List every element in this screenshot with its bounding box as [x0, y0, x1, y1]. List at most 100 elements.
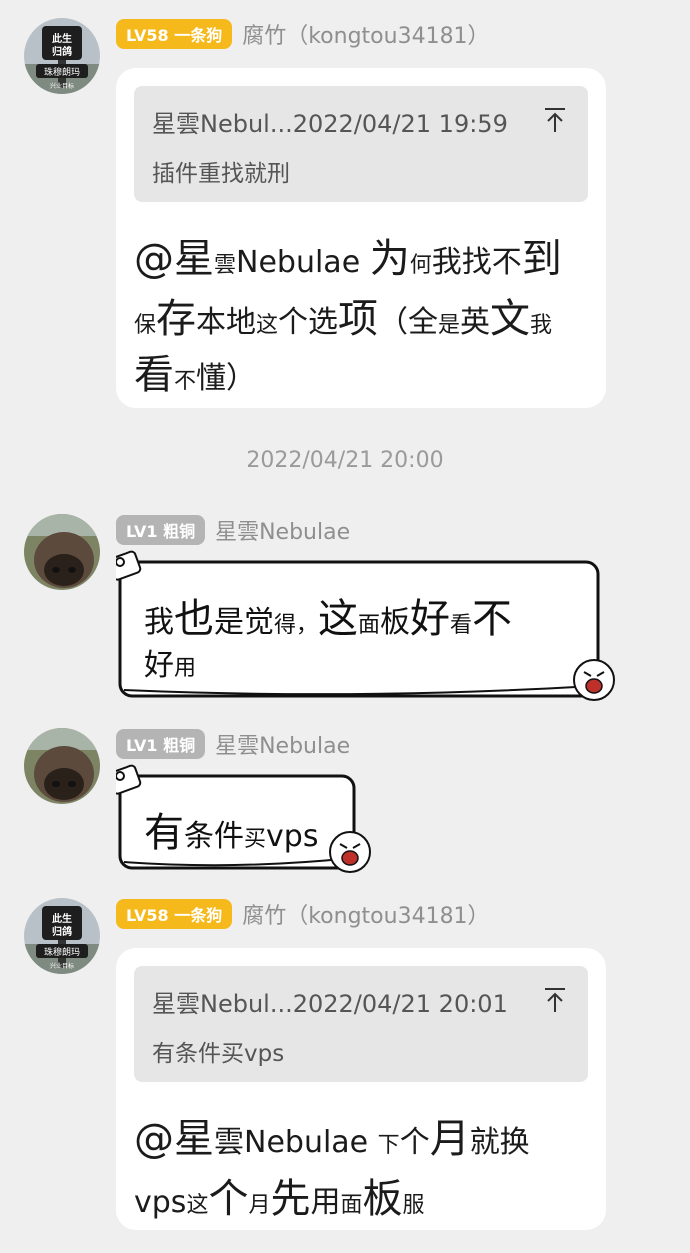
avatar[interactable]: 此生 归鸽 珠穆朗玛 兴业目标 — [24, 18, 100, 94]
quote-header: 星雲Nebul...2022/04/21 20:01 — [152, 990, 508, 1018]
username[interactable]: 腐竹（kongtou34181） — [242, 898, 489, 930]
text-run: 好 — [410, 596, 451, 642]
text-run: 是觉 — [214, 605, 274, 640]
text-run: 保 — [134, 313, 157, 338]
level-badge: LV1 粗铜 — [116, 729, 206, 759]
text-run: 本地 — [196, 305, 257, 340]
text-run: 好 — [144, 648, 174, 683]
text-run: 我 — [530, 313, 553, 338]
avatar-banner: 珠穆朗玛 — [44, 946, 80, 958]
text-run: 何 — [409, 253, 432, 278]
text-run: 面 — [358, 613, 381, 638]
text-run: 到 — [521, 236, 562, 282]
message-bubble[interactable]: 星雲Nebul...2022/04/21 20:01 有条件买vps @星雲Ne… — [116, 948, 606, 1230]
username[interactable]: 星雲Nebulae — [215, 514, 350, 546]
text-run: 面 — [340, 1193, 363, 1218]
level-badge: LV58 一条狗 — [116, 19, 233, 49]
message-line-1: 我也是觉得，这面板好看不 — [144, 586, 512, 644]
text-run: 这 — [318, 596, 359, 642]
message-line-1: @星雲Nebulae 下个月就换 — [134, 1106, 530, 1164]
text-run: 用 — [174, 656, 197, 681]
text-run: 先 — [270, 1176, 311, 1222]
text-run: 这 — [186, 1193, 209, 1218]
avatar[interactable] — [24, 728, 100, 804]
text-run: 看 — [450, 613, 473, 638]
text-run: 为 — [369, 236, 410, 282]
level-badge: LV1 粗铜 — [116, 515, 206, 545]
message-line-1: @星雲Nebulae 为何我找不到 — [134, 226, 562, 284]
text-run: 存 — [156, 296, 197, 342]
text-run: 我 — [144, 605, 174, 640]
avatar-footer: 兴业目标 — [50, 82, 74, 90]
avatar[interactable]: 此生 归鸽 珠穆朗玛 兴业目标 — [24, 898, 100, 974]
username[interactable]: 腐竹（kongtou34181） — [242, 18, 489, 50]
jump-to-top-icon[interactable] — [542, 986, 568, 1014]
text-run: 服 — [402, 1193, 425, 1218]
message-meta: LV1 粗铜 星雲Nebulae — [116, 728, 350, 760]
text-run: 是 — [438, 313, 461, 338]
text-run: 我找不 — [431, 245, 522, 280]
text-run: 买 — [244, 827, 267, 852]
text-run: 也 — [174, 596, 214, 642]
text-run: 板 — [380, 605, 411, 640]
text-run: Nebulae — [236, 245, 370, 280]
quote-body: 插件重找就刑 — [152, 161, 290, 187]
text-run: 个 — [399, 1125, 430, 1160]
text-run: 月 — [248, 1193, 271, 1218]
message-bubble[interactable]: 我也是觉得，这面板好看不 好用 — [116, 550, 616, 710]
message-bubble[interactable]: 星雲Nebul...2022/04/21 19:59 插件重找就刑 @星雲Neb… — [116, 68, 606, 408]
text-run: 月 — [429, 1116, 470, 1162]
text-run: 板 — [362, 1176, 403, 1222]
reply-quote[interactable]: 星雲Nebul...2022/04/21 20:01 有条件买vps — [134, 966, 588, 1082]
username[interactable]: 星雲Nebulae — [215, 728, 350, 760]
text-run: Nebulae — [244, 1125, 378, 1160]
text-run: 用 — [310, 1185, 341, 1220]
text-run: @星 — [134, 236, 214, 282]
text-run: 看 — [134, 352, 174, 398]
text-run: @星 — [134, 1116, 214, 1162]
text-run: 得， — [274, 613, 319, 638]
text-run: 不 — [174, 369, 197, 394]
level-badge: LV58 一条狗 — [116, 899, 233, 929]
avatar[interactable] — [24, 514, 100, 590]
text-run: 个选 — [278, 305, 339, 340]
message-line-3: 看不懂） — [134, 342, 256, 400]
quote-header: 星雲Nebul...2022/04/21 19:59 — [152, 110, 508, 138]
screaming-face-icon — [573, 659, 615, 701]
text-run: vps — [134, 1185, 187, 1220]
jump-to-top-icon[interactable] — [542, 106, 568, 134]
text-run: 懂） — [196, 361, 257, 396]
message-line-2: 好用 — [144, 640, 196, 684]
avatar-text-2: 归鸽 — [52, 925, 72, 938]
text-run: 文 — [490, 296, 531, 342]
text-run: 不 — [472, 596, 513, 642]
text-run: vps — [266, 819, 319, 854]
text-run: 雲 — [214, 1125, 244, 1160]
text-run: 有 — [144, 810, 184, 856]
text-run: （全 — [378, 305, 439, 340]
message-meta: LV58 一条狗 腐竹（kongtou34181） — [116, 18, 490, 50]
reply-quote[interactable]: 星雲Nebul...2022/04/21 19:59 插件重找就刑 — [134, 86, 588, 202]
text-run: 条件 — [184, 819, 244, 854]
text-run: 个 — [208, 1176, 249, 1222]
avatar-text-2: 归鸽 — [52, 45, 72, 58]
message-line-2: 保存本地这个选项（全是英文我 — [134, 286, 552, 344]
text-run: 就换 — [469, 1125, 530, 1160]
text-run: 英 — [460, 305, 491, 340]
message-line-1: 有条件买vps — [144, 800, 318, 858]
text-run: 这 — [256, 313, 279, 338]
quote-body: 有条件买vps — [152, 1041, 285, 1067]
message-meta: LV58 一条狗 腐竹（kongtou34181） — [116, 898, 490, 930]
timestamp: 2022/04/21 20:00 — [246, 448, 444, 473]
text-run: 雲 — [214, 253, 237, 278]
avatar-text-1: 此生 — [52, 912, 72, 925]
message-bubble[interactable]: 有条件买vps — [116, 764, 386, 882]
text-run: 下 — [377, 1133, 400, 1158]
avatar-footer: 兴业目标 — [50, 962, 74, 970]
message-meta: LV1 粗铜 星雲Nebulae — [116, 514, 350, 546]
screaming-face-icon — [329, 831, 371, 873]
text-run: 项 — [338, 296, 379, 342]
avatar-banner: 珠穆朗玛 — [44, 66, 80, 78]
message-line-2: vps这个月先用面板服 — [134, 1166, 425, 1224]
avatar-text-1: 此生 — [52, 32, 72, 45]
